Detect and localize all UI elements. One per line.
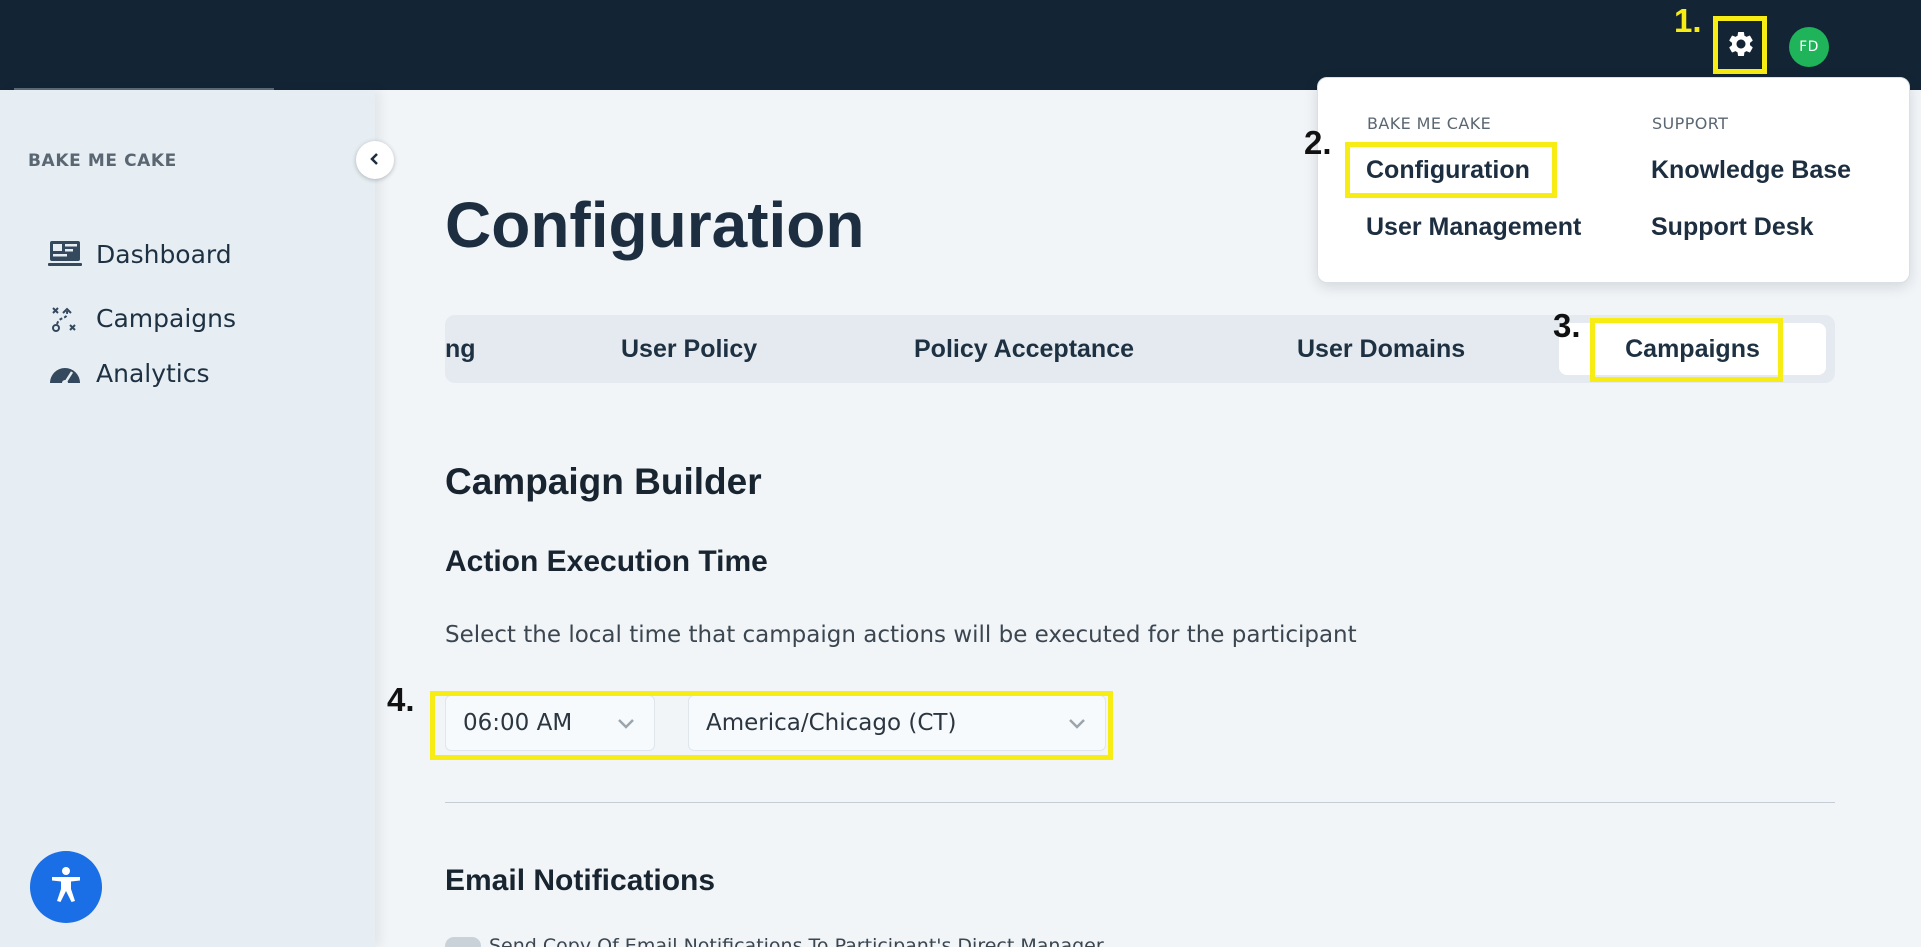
menu-item-configuration[interactable]: Configuration	[1366, 156, 1530, 185]
tab-partial[interactable]: ng	[445, 315, 476, 383]
tab-policy-acceptance[interactable]: Policy Acceptance	[914, 315, 1134, 383]
accessibility-icon	[44, 863, 88, 911]
menu-item-knowledge-base[interactable]: Knowledge Base	[1651, 156, 1851, 185]
step-3-label: 3.	[1553, 307, 1581, 344]
sidebar-item-label: Dashboard	[96, 239, 232, 269]
sidebar-item-label: Campaigns	[96, 303, 237, 333]
email-section-title: Email Notifications	[445, 864, 716, 897]
tab-campaigns[interactable]: Campaigns	[1559, 323, 1826, 375]
subsection-title: Action Execution Time	[445, 545, 768, 578]
collapse-sidebar-button[interactable]	[356, 141, 394, 179]
sidebar: BAKE ME CAKE Dashboard Campaigns Analyti…	[0, 90, 375, 947]
step-1-label: 1.	[1674, 2, 1702, 39]
sidebar-item-campaigns[interactable]: Campaigns	[48, 303, 236, 333]
time-select-value: 06:00 AM	[463, 710, 573, 736]
chevron-down-icon	[1067, 714, 1087, 740]
analytics-icon	[48, 358, 82, 388]
step-2-label: 2.	[1304, 124, 1332, 161]
time-select[interactable]: 06:00 AM	[445, 695, 655, 751]
settings-dropdown-menu: BAKE ME CAKE SUPPORT Configuration User …	[1317, 77, 1910, 283]
accessibility-button[interactable]	[30, 851, 102, 923]
timezone-select-value: America/Chicago (CT)	[706, 710, 957, 736]
tab-user-domains[interactable]: User Domains	[1297, 315, 1465, 383]
menu-item-user-management[interactable]: User Management	[1366, 213, 1581, 242]
dashboard-icon	[48, 239, 82, 269]
settings-button[interactable]	[1716, 18, 1766, 73]
page-title: Configuration	[445, 189, 865, 261]
sidebar-item-label: Analytics	[96, 358, 210, 388]
step-4-label: 4.	[387, 681, 415, 718]
sidebar-item-dashboard[interactable]: Dashboard	[48, 239, 232, 269]
chevron-left-icon	[368, 151, 382, 170]
dropdown-heading-support: SUPPORT	[1652, 114, 1729, 133]
chevron-down-icon	[616, 714, 636, 740]
manager-copy-toggle[interactable]	[445, 937, 481, 947]
toggle-label: Send Copy Of Email Notifications To Part…	[489, 935, 1104, 947]
menu-item-support-desk[interactable]: Support Desk	[1651, 213, 1814, 242]
section-divider	[445, 802, 1835, 803]
config-tabs: ng User Policy Policy Acceptance User Do…	[445, 315, 1835, 383]
description-text: Select the local time that campaign acti…	[445, 622, 1357, 648]
timezone-select[interactable]: America/Chicago (CT)	[688, 695, 1106, 751]
section-title: Campaign Builder	[445, 461, 762, 502]
gear-icon	[1726, 29, 1756, 63]
tab-user-policy[interactable]: User Policy	[621, 315, 757, 383]
dropdown-heading-org: BAKE ME CAKE	[1367, 114, 1492, 133]
campaigns-icon	[48, 303, 82, 333]
sidebar-org-name: BAKE ME CAKE	[28, 151, 177, 171]
user-avatar[interactable]: FD	[1789, 27, 1829, 67]
sidebar-item-analytics[interactable]: Analytics	[48, 358, 210, 388]
